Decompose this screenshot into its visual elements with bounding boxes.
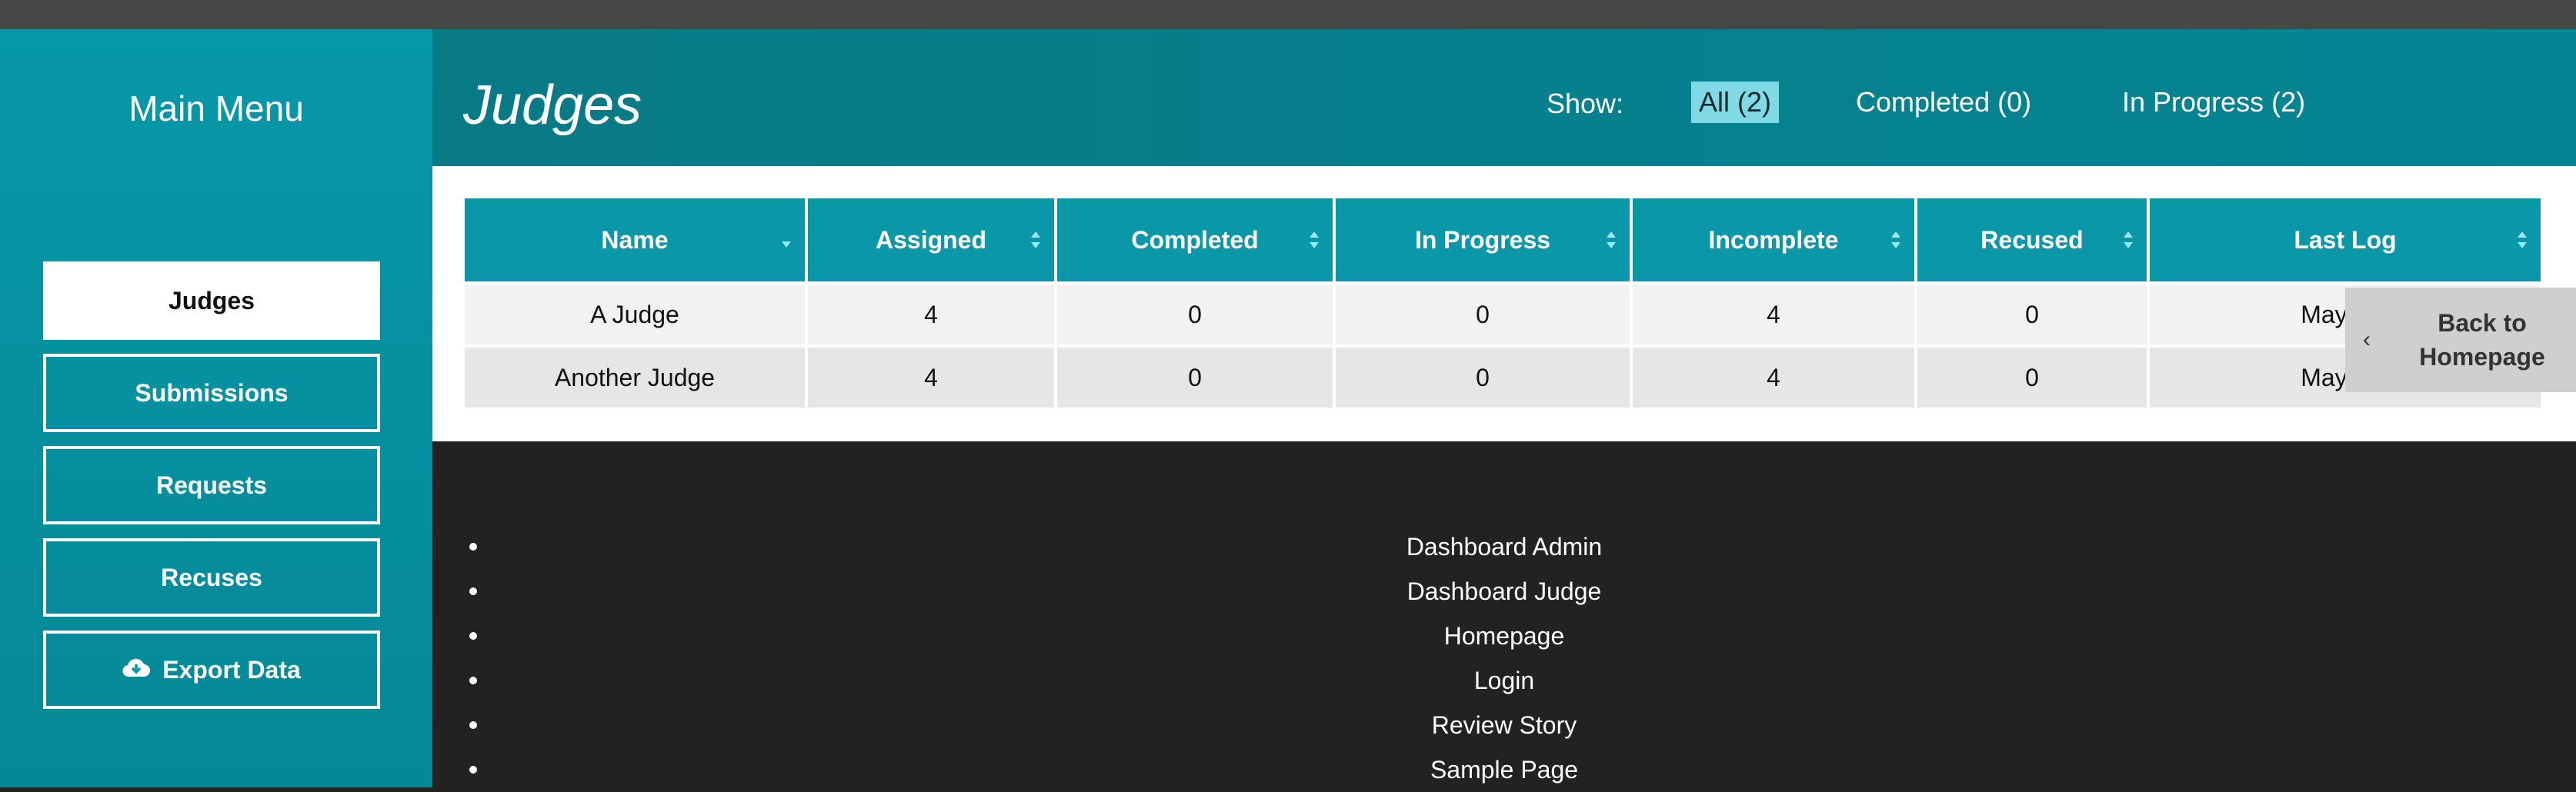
sidebar-item-label: Recuses <box>161 563 262 591</box>
sort-icon <box>1031 231 1040 248</box>
cell-in-progress: 0 <box>1333 281 1633 348</box>
cell-in-progress: 0 <box>1333 344 1633 411</box>
cell-recused: 0 <box>1914 344 2150 411</box>
sidebar-item-requests[interactable]: Requests <box>43 446 380 524</box>
sort-icon <box>1891 231 1900 248</box>
export-data-button[interactable]: Export Data <box>43 631 380 709</box>
sidebar-title: Main Menu <box>128 88 304 128</box>
cell-incomplete: 4 <box>1630 344 1917 411</box>
show-label: Show: <box>1547 88 1624 119</box>
footer-link-login[interactable]: Login <box>432 658 2576 703</box>
sidebar-item-label: Submissions <box>135 378 289 407</box>
back-button-line1: Back to <box>2438 309 2527 337</box>
judges-table-area: Name Assigned Completed In Progress Inco… <box>432 166 2576 441</box>
sidebar-item-label: Judges <box>168 286 255 314</box>
footer-link-sample-page[interactable]: Sample Page <box>432 747 2576 792</box>
footer-link-review-story[interactable]: Review Story <box>432 703 2576 747</box>
sort-icon <box>2518 231 2527 248</box>
sort-desc-icon <box>782 241 791 248</box>
cloud-download-icon <box>122 656 151 684</box>
sidebar-item-label: Export Data <box>162 655 301 684</box>
back-button-line2: Homepage <box>2419 343 2545 371</box>
footer: Dashboard Admin Dashboard Judge Homepage… <box>432 441 2576 787</box>
table-row: A Judge 4 0 0 4 0 May 3rd <box>465 281 2541 348</box>
sort-icon <box>1607 231 1616 248</box>
sidebar-item-recuses[interactable]: Recuses <box>43 538 380 617</box>
sort-icon <box>2124 231 2133 248</box>
cell-name: A Judge <box>465 281 808 348</box>
column-header-recused[interactable]: Recused <box>1914 198 2150 285</box>
cell-incomplete: 4 <box>1630 281 1917 348</box>
sort-icon <box>1310 231 1319 248</box>
cell-name: Another Judge <box>465 344 808 411</box>
judges-table: Name Assigned Completed In Progress Inco… <box>465 198 2541 411</box>
page-title: Judges <box>463 75 642 136</box>
chevron-left-icon: ‹ <box>2363 327 2371 352</box>
filter-all[interactable]: All (2) <box>1691 82 1780 123</box>
sidebar-item-judges[interactable]: Judges <box>43 261 380 340</box>
cell-assigned: 4 <box>805 281 1057 348</box>
column-header-name[interactable]: Name <box>465 198 808 285</box>
cell-assigned: 4 <box>805 344 1057 411</box>
column-header-in-progress[interactable]: In Progress <box>1333 198 1633 285</box>
back-to-homepage-button[interactable]: ‹ Back to Homepage <box>2345 288 2576 392</box>
column-header-last-log[interactable]: Last Log <box>2147 198 2541 285</box>
column-header-assigned[interactable]: Assigned <box>805 198 1057 285</box>
page-header: Judges Show: All (2) Completed (0) In Pr… <box>432 29 2576 166</box>
footer-link-dashboard-admin[interactable]: Dashboard Admin <box>432 524 2576 569</box>
cell-recused: 0 <box>1914 281 2150 348</box>
table-row: Another Judge 4 0 0 4 0 May 3rd <box>465 344 2541 411</box>
cell-completed: 0 <box>1054 344 1336 411</box>
filter-completed[interactable]: Completed (0) <box>1848 82 2039 123</box>
cell-completed: 0 <box>1054 281 1336 348</box>
column-header-incomplete[interactable]: Incomplete <box>1630 198 1917 285</box>
footer-link-dashboard-judge[interactable]: Dashboard Judge <box>432 569 2576 614</box>
footer-link-homepage[interactable]: Homepage <box>432 614 2576 658</box>
sidebar-item-label: Requests <box>155 471 268 499</box>
browser-top-bar <box>0 0 2576 29</box>
footer-links: Dashboard Admin Dashboard Judge Homepage… <box>432 524 2576 792</box>
column-header-completed[interactable]: Completed <box>1054 198 1336 285</box>
filter-in-progress[interactable]: In Progress (2) <box>2114 82 2313 123</box>
sidebar-item-submissions[interactable]: Submissions <box>43 354 380 432</box>
sidebar: Main Menu Judges Submissions Requests Re… <box>0 29 432 787</box>
